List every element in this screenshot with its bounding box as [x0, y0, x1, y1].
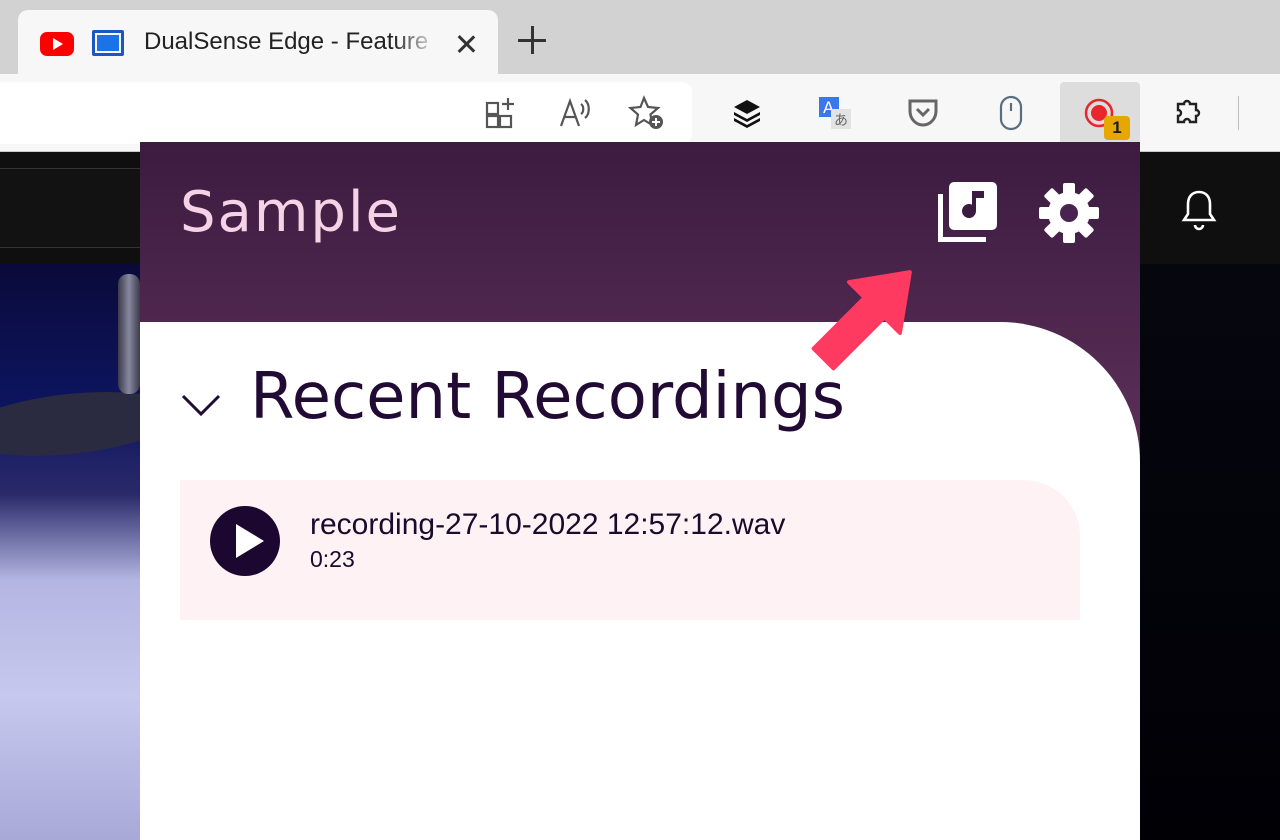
recording-name: recording-27-10-2022 12:57:12.wav	[310, 508, 786, 541]
section-title: Recent Recordings	[250, 360, 845, 434]
browser-toolbar: A あ	[0, 74, 1280, 152]
popup-title: Sample	[180, 180, 402, 245]
tab-strip: DualSense Edge - Feature	[0, 0, 1280, 74]
mouse-icon[interactable]	[988, 90, 1034, 136]
site-search-area	[0, 168, 142, 248]
page-right-strip	[1140, 264, 1280, 840]
screen-icon	[92, 30, 124, 56]
settings-gear-icon[interactable]	[1036, 180, 1102, 246]
popup-content: Recent Recordings recording-27-10-2022 1…	[140, 322, 1140, 840]
read-aloud-icon[interactable]	[552, 90, 598, 136]
svg-text:あ: あ	[834, 113, 848, 129]
recording-list-item[interactable]: recording-27-10-2022 12:57:12.wav 0:23	[180, 480, 1080, 620]
bell-icon[interactable]	[1180, 188, 1218, 232]
stacks-icon[interactable]	[724, 90, 770, 136]
pocket-icon[interactable]	[900, 90, 946, 136]
youtube-icon	[40, 32, 74, 56]
annotation-arrow	[811, 270, 912, 371]
toolbar-divider	[1238, 96, 1239, 130]
translate-icon[interactable]: A あ	[812, 90, 858, 136]
hero-image	[0, 264, 142, 840]
app-grid-add-icon[interactable]	[478, 90, 524, 136]
new-tab-button[interactable]	[516, 24, 548, 56]
browser-tab[interactable]: DualSense Edge - Feature	[18, 10, 498, 74]
play-icon[interactable]	[210, 506, 280, 576]
tab-title: DualSense Edge - Feature	[144, 28, 429, 55]
extension-badge: 1	[1104, 116, 1130, 140]
chevron-down-icon[interactable]	[180, 384, 222, 426]
extensions-puzzle-icon[interactable]	[1164, 90, 1210, 136]
recording-duration: 0:23	[310, 546, 355, 572]
close-tab-icon[interactable]	[452, 30, 480, 58]
extension-popup: Sample Recent Recordings recording-27-10…	[140, 142, 1140, 840]
favorite-add-icon[interactable]	[624, 90, 670, 136]
